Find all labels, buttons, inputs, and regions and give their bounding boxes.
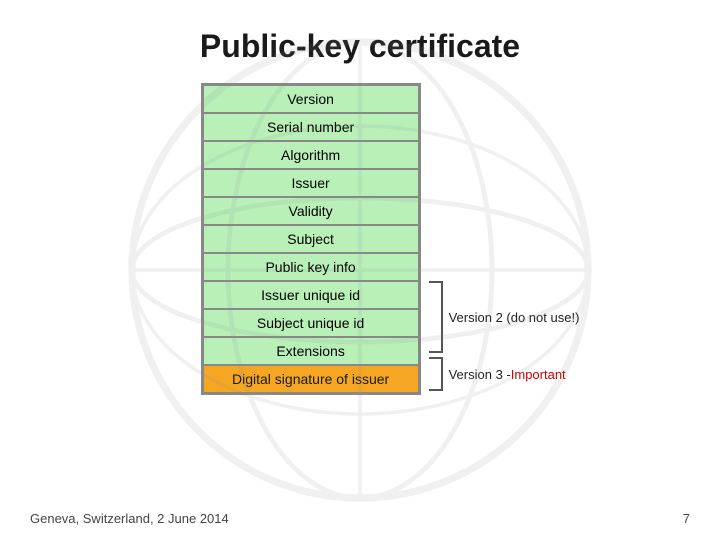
page-title: Public-key certificate bbox=[0, 0, 720, 83]
version2-annotation: Version 2 (do not use!) bbox=[449, 310, 580, 325]
version3-bracket-group: Version 3 - Important bbox=[429, 357, 580, 391]
cert-row-1: Serial number bbox=[203, 113, 419, 141]
content-area: VersionSerial numberAlgorithmIssuerValid… bbox=[0, 83, 720, 395]
cert-row-0: Version bbox=[203, 85, 419, 113]
version3-bracket bbox=[429, 357, 443, 391]
page-number: 7 bbox=[683, 511, 690, 526]
cert-row-4: Validity bbox=[203, 197, 419, 225]
cert-row-9: Extensions bbox=[203, 337, 419, 365]
version3-prefix-text: Version 3 - bbox=[449, 367, 511, 382]
cert-row-2: Algorithm bbox=[203, 141, 419, 169]
cert-row-8: Subject unique id bbox=[203, 309, 419, 337]
annotations-area: Version 2 (do not use!) Version 3 - Impo… bbox=[429, 83, 580, 395]
version2-bracket bbox=[429, 281, 443, 353]
footer-location: Geneva, Switzerland, 2 June 2014 bbox=[30, 511, 229, 526]
version3-important-text: Important bbox=[511, 367, 566, 382]
version2-bracket-group: Version 2 (do not use!) bbox=[429, 281, 580, 353]
cert-row-6: Public key info bbox=[203, 253, 419, 281]
cert-row-7: Issuer unique id bbox=[203, 281, 419, 309]
cert-row-3: Issuer bbox=[203, 169, 419, 197]
cert-row-10: Digital signature of issuer bbox=[203, 365, 419, 393]
cert-row-5: Subject bbox=[203, 225, 419, 253]
certificate-container: VersionSerial numberAlgorithmIssuerValid… bbox=[201, 83, 421, 395]
